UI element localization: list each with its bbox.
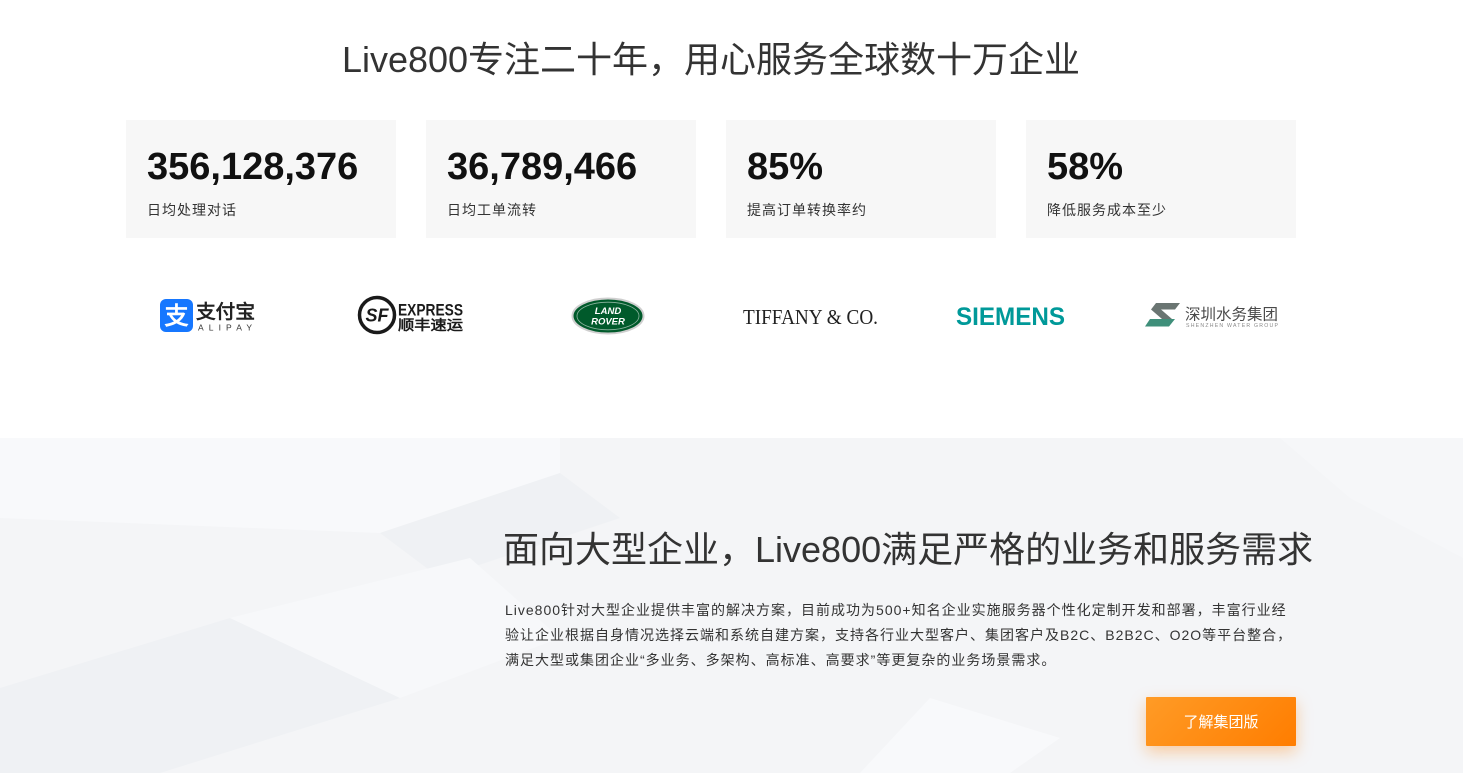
description-line: Live800针对大型企业提供丰富的解决方案，目前成功为500+知名企业实施服务… — [505, 602, 1287, 618]
section-title: Live800专注二十年，用心服务全球数十万企业 — [341, 39, 1081, 80]
sf-sub: 顺丰速运 — [398, 317, 463, 333]
stat-value: 36,789,466 — [447, 146, 638, 188]
enterprise-title: 面向大型企业，Live800满足严格的业务和服务需求 — [503, 529, 1314, 570]
water-icon-middle — [1151, 309, 1172, 319]
water-icon-top — [1151, 303, 1180, 310]
stat-label: 日均工单流转 — [447, 202, 537, 218]
stat-value: 58% — [1047, 146, 1124, 188]
description-line: 满足大型或集团企业“多业务、多架构、高标准、高要求”等更复杂的业务场景需求。 — [505, 652, 1057, 668]
sf-express-logo: SF EXPRESS 顺丰速运 — [357, 295, 463, 335]
enterprise-section: 面向大型企业，Live800满足严格的业务和服务需求 Live800针对大型企业… — [0, 438, 1463, 773]
tiffany-logo: TIFFANY & CO. — [743, 305, 878, 329]
learn-enterprise-edition-button[interactable]: 了解集团版 — [1146, 697, 1296, 746]
alipay-logo: 支 支付宝 ALIPAY — [160, 299, 255, 333]
siemens-name: SIEMENS — [956, 303, 1065, 331]
land-rover-logo: LAND ROVER — [571, 297, 645, 335]
stat-label: 降低服务成本至少 — [1047, 202, 1167, 218]
sf-mark: SF — [365, 306, 389, 326]
stat-card-conversion: 85% 提高订单转换率约 — [726, 120, 996, 238]
land-rover-top: LAND — [595, 306, 622, 317]
land-rover-bottom: ROVER — [591, 317, 625, 328]
background-shape — [860, 698, 1060, 773]
alipay-name: 支付宝 — [195, 300, 255, 323]
stat-card-cost: 58% 降低服务成本至少 — [1026, 120, 1296, 238]
stat-label: 日均处理对话 — [147, 202, 237, 218]
clients-section: Live800专注二十年，用心服务全球数十万企业 356,128,376 日均处… — [0, 0, 1463, 438]
stat-value: 85% — [747, 146, 824, 188]
shenzhen-water-sub: SHENZHEN WATER GROUP — [1186, 323, 1279, 329]
enterprise-description: Live800针对大型企业提供丰富的解决方案，目前成功为500+知名企业实施服务… — [505, 598, 1325, 673]
stat-card-tickets: 36,789,466 日均工单流转 — [426, 120, 696, 238]
description-line: 验让企业根据自身情况选择云端和系统自建方案，支持各行业大型客户、集团客户及B2C… — [505, 627, 1293, 643]
stats-row: 356,128,376 日均处理对话 36,789,466 日均工单流转 85%… — [126, 120, 1296, 238]
alipay-mark: 支 — [165, 303, 190, 330]
tiffany-name: TIFFANY & CO. — [743, 305, 878, 329]
alipay-sub: ALIPAY — [198, 323, 252, 333]
stat-label: 提高订单转换率约 — [747, 202, 867, 218]
water-icon-bottom — [1145, 319, 1175, 327]
siemens-logo: SIEMENS — [956, 303, 1065, 331]
shenzhen-water-logo: 深圳水务集团 SHENZHEN WATER GROUP — [1145, 303, 1279, 329]
shenzhen-water-name: 深圳水务集团 — [1185, 306, 1278, 324]
stat-value: 356,128,376 — [147, 146, 359, 188]
stat-card-conversations: 356,128,376 日均处理对话 — [126, 120, 396, 238]
